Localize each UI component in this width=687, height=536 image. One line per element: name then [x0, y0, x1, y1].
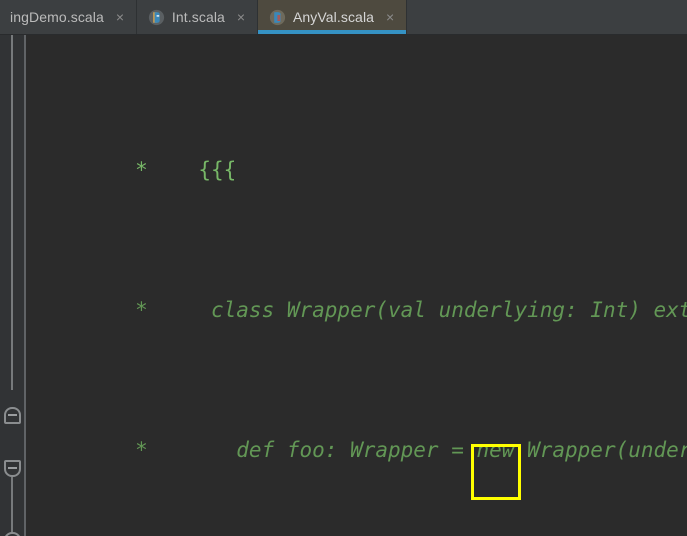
tab-label: ingDemo.scala [10, 9, 104, 25]
fold-rail-class [11, 477, 13, 535]
tab-close-icon[interactable]: × [384, 10, 396, 24]
fold-marker-class-start[interactable] [4, 460, 21, 477]
code-line[interactable]: * {{{ [26, 118, 687, 182]
editor-gutter[interactable] [0, 35, 24, 536]
scala-class-icon [148, 9, 165, 26]
editor-tab-bar[interactable]: ingDemo.scala × Int.scala × AnyVal.scala… [0, 0, 687, 35]
tab-label: AnyVal.scala [292, 9, 375, 25]
fold-marker-class-end[interactable] [4, 532, 21, 536]
tab-close-icon[interactable]: × [114, 10, 126, 24]
code-editor[interactable]: * {{{ * class Wrapper(val underlying: In… [0, 35, 687, 536]
minus-icon [8, 414, 17, 416]
scala-class-icon [269, 9, 286, 26]
tab-ingdemo-scala[interactable]: ingDemo.scala × [0, 0, 137, 34]
minus-icon [8, 467, 17, 469]
code-text-area[interactable]: * {{{ * class Wrapper(val underlying: In… [26, 35, 687, 536]
tab-anyval-scala[interactable]: AnyVal.scala × [257, 0, 408, 34]
code-line[interactable]: * def foo: Wrapper = new Wrapper(underly [26, 398, 687, 462]
tab-close-icon[interactable]: × [235, 10, 247, 24]
tab-int-scala[interactable]: Int.scala × [137, 0, 258, 34]
code-line[interactable]: * class Wrapper(val underlying: Int) ext… [26, 258, 687, 322]
code-token: * class Wrapper(val underlying: Int) ext… [109, 298, 687, 322]
fold-marker-comment-end[interactable] [4, 407, 21, 424]
scala-class-icon [0, 9, 3, 26]
tab-label: Int.scala [171, 9, 225, 25]
code-token: * {{{ [109, 158, 237, 182]
code-token: * def foo: Wrapper = new Wrapper(underly [109, 438, 687, 462]
fold-rail-comment [11, 35, 13, 390]
